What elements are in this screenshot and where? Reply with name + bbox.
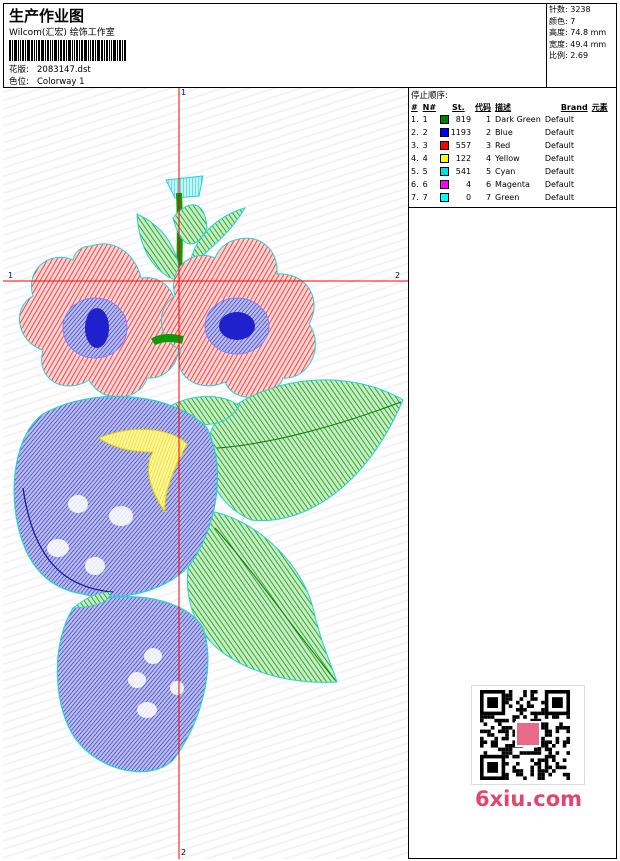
- page-title: 生产作业图: [9, 7, 85, 25]
- row-number: 6: [422, 180, 428, 189]
- row-element: [590, 165, 610, 178]
- table-row: 2. 2 1193 2 Blue Default: [409, 126, 610, 139]
- color-swatch: [440, 154, 450, 163]
- stats-box: 针数: 3238 颜色: 7 高度: 74.8 mm 宽度: 49.4 mm 比…: [546, 3, 617, 88]
- flower-right: [161, 237, 316, 398]
- row-element: [590, 178, 610, 191]
- design-file-row: 花版: 2083147.dst: [9, 63, 91, 75]
- row-number: 1: [422, 115, 428, 124]
- embroidery-design: [3, 88, 408, 859]
- design-canvas: 1 2 1 2: [3, 88, 409, 859]
- row-brand: Default: [544, 128, 575, 137]
- design-label: 花版:: [9, 65, 29, 75]
- row-number: 5: [422, 167, 428, 176]
- colorway-row: 色位: Colorway 1: [9, 75, 85, 87]
- row-code: 1: [485, 115, 492, 124]
- row-element: [590, 152, 610, 165]
- stat-scale: 比例: 2.69: [549, 51, 589, 60]
- stop-sequence-table: # N# St. 代码 描述 Brand 元素 1. 1 819 1 Dark Gree…: [409, 101, 610, 204]
- color-swatch: [440, 128, 450, 137]
- row-description: Magenta: [495, 180, 530, 189]
- row-index: 4.: [411, 154, 419, 163]
- row-brand: Default: [544, 141, 575, 150]
- row-index: 6.: [411, 180, 419, 189]
- row-stitches: 1193: [438, 126, 473, 139]
- axis-label-left: 1: [8, 271, 14, 280]
- row-stitches: 819: [438, 113, 473, 126]
- row-number: 4: [422, 154, 428, 163]
- row-brand: Default: [544, 180, 575, 189]
- row-description: Yellow: [495, 154, 520, 163]
- berry-small: [56, 591, 209, 773]
- row-stitches: 0: [438, 191, 473, 204]
- berry-large: [13, 395, 219, 598]
- row-stitches: 557: [438, 139, 473, 152]
- studio-name: Wilcom(汇宏) 绘饰工作室: [9, 28, 115, 38]
- row-element: [590, 139, 610, 152]
- leaf-right-large: [205, 379, 404, 522]
- table-row: 3. 3 557 3 Red Default: [409, 139, 610, 152]
- stat-stitches: 针数: 3238: [549, 5, 591, 14]
- table-row: 6. 6 4 6 Magenta Default: [409, 178, 610, 191]
- leaf-bottom: [186, 511, 338, 683]
- color-swatch: [440, 141, 450, 150]
- row-description: Blue: [495, 128, 513, 137]
- row-brand: Default: [544, 167, 575, 176]
- color-swatch: [440, 193, 450, 202]
- barcode: [9, 40, 144, 61]
- row-number: 7: [422, 193, 428, 202]
- flower-left: [19, 243, 180, 398]
- stat-height: 高度: 74.8 mm: [549, 28, 607, 37]
- row-element: [590, 126, 610, 139]
- design-value: 2083147.dst: [37, 65, 91, 75]
- stat-width: 宽度: 49.4 mm: [549, 39, 607, 49]
- row-index: 5.: [411, 167, 419, 176]
- table-row: 7. 7 0 7 Green Default: [409, 191, 610, 204]
- table-row: 1. 1 819 1 Dark Green Default: [409, 113, 610, 126]
- row-stitches: 4: [438, 178, 473, 191]
- row-description: Red: [495, 141, 511, 150]
- stem-top-tuft: [165, 175, 204, 199]
- row-index: 7.: [411, 193, 419, 202]
- row-stitches: 122: [438, 152, 473, 165]
- stat-colors: 颜色: 7: [549, 16, 576, 26]
- axis-label-bottom: 2: [181, 848, 187, 857]
- colorway-label: 色位:: [9, 77, 29, 87]
- color-swatch: [440, 167, 450, 176]
- watermark: 6xiu.com: [475, 787, 583, 811]
- stop-sequence-title: 停止顺序:: [411, 91, 448, 101]
- row-code: 6: [485, 180, 492, 189]
- table-row: 4. 4 122 4 Yellow Default: [409, 152, 610, 165]
- row-description: Dark Green: [495, 115, 541, 124]
- axis-label-right: 2: [395, 271, 401, 280]
- qr-code: [471, 685, 585, 785]
- table-row: 5. 5 541 5 Cyan Default: [409, 165, 610, 178]
- row-element: [590, 191, 610, 204]
- row-number: 2: [422, 128, 428, 137]
- row-description: Cyan: [495, 167, 516, 176]
- stop-sequence-panel: 停止顺序: # N# St. 代码 描述 Brand 元素 1. 1 819 1 Dar…: [409, 88, 617, 208]
- row-index: 1.: [411, 115, 419, 124]
- color-swatch: [440, 180, 450, 189]
- row-index: 3.: [411, 141, 419, 150]
- row-code: 4: [485, 154, 492, 163]
- row-code: 5: [485, 167, 492, 176]
- row-code: 7: [485, 193, 492, 202]
- row-code: 2: [485, 128, 492, 137]
- row-code: 3: [485, 141, 492, 150]
- colorway-value: Colorway 1: [37, 77, 85, 87]
- row-brand: Default: [544, 154, 575, 163]
- row-element: [590, 113, 610, 126]
- row-number: 3: [422, 141, 428, 150]
- row-brand: Default: [544, 193, 575, 202]
- row-brand: Default: [544, 115, 575, 124]
- table-header: # N# St. 代码 描述 Brand 元素: [411, 102, 608, 112]
- axis-label-top: 1: [181, 88, 187, 97]
- row-description: Green: [495, 193, 520, 202]
- row-index: 2.: [411, 128, 419, 137]
- row-stitches: 541: [438, 165, 473, 178]
- header: 生产作业图 Wilcom(汇宏) 绘饰工作室 花版: 2083147.dst 色位…: [3, 3, 617, 88]
- color-swatch: [440, 115, 450, 124]
